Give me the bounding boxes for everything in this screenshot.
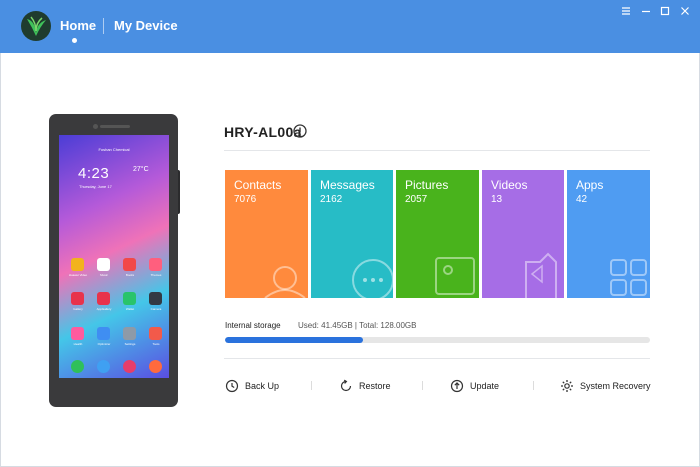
storage-summary: Used: 41.45GB | Total: 128.00GB (298, 321, 417, 330)
phone-app-label: Settings (124, 342, 136, 346)
title-bar: Home My Device (0, 0, 700, 53)
tile-label: Apps (576, 178, 604, 192)
phone-app-label: AppGallery (96, 307, 112, 311)
tile-label: Videos (491, 178, 528, 192)
storage-label: Internal storage (225, 321, 281, 330)
phone-app-icon (149, 292, 162, 305)
tile-pictures[interactable]: Pictures 2057 (396, 170, 479, 298)
phone-image: Foshan Chemical 4:23 27°C Thursday, June… (49, 114, 178, 407)
update-button[interactable]: Update (450, 378, 510, 394)
close-icon[interactable] (679, 5, 691, 17)
action-divider (533, 381, 534, 390)
tile-count: 42 (576, 194, 588, 205)
action-label: System Recovery (580, 381, 651, 391)
storage-progress-fill (225, 337, 363, 343)
back-up-button[interactable]: Back Up (225, 378, 295, 394)
device-model-name: HRY-AL00a (224, 124, 302, 140)
phone-app-label: Camera (150, 307, 162, 311)
phone-app-label: Tools (152, 342, 160, 346)
tile-count: 2162 (320, 194, 343, 205)
phone-app-label: Wallet (125, 307, 135, 311)
action-label: Update (470, 381, 500, 391)
info-icon[interactable] (293, 124, 307, 138)
phone-app-icon (71, 327, 84, 340)
tab-home[interactable]: Home (60, 18, 96, 33)
tile-contacts[interactable]: Contacts 7076 (225, 170, 308, 298)
backup-clock-icon (225, 379, 239, 393)
section-divider (224, 358, 650, 359)
tile-label: Messages (320, 178, 375, 192)
phone-app-icon (71, 258, 84, 271)
phone-app-icon (97, 327, 110, 340)
minimize-icon[interactable] (640, 5, 652, 17)
tile-label: Pictures (405, 178, 449, 192)
phone-app-label: Gallery (73, 307, 83, 311)
phone-date: Thursday, June 17 (79, 184, 112, 189)
active-tab-indicator (72, 38, 77, 43)
action-label: Back Up (245, 381, 280, 391)
phone-app-icon (97, 292, 110, 305)
storage-progress-bar (225, 337, 650, 343)
tab-my-device[interactable]: My Device (114, 18, 178, 33)
gear-icon (561, 380, 573, 392)
tile-apps[interactable]: Apps 42 (567, 170, 650, 298)
phone-app-label: Optimizer (97, 342, 111, 346)
system-recovery-button[interactable]: System Recovery (560, 378, 652, 394)
tile-count: 2057 (405, 194, 428, 205)
phone-app-label: Books (125, 273, 135, 277)
phone-location: Foshan Chemical (98, 147, 130, 152)
phone-camera (93, 124, 98, 129)
phone-screen: Foshan Chemical 4:23 27°C Thursday, June… (59, 135, 169, 378)
phone-app-icon (97, 258, 110, 271)
phone-app-icon (71, 292, 84, 305)
tile-count: 7076 (234, 194, 257, 205)
phone-app-icon (149, 327, 162, 340)
action-divider (422, 381, 423, 390)
phone-app-icon (149, 258, 162, 271)
phone-dock-icon (149, 360, 162, 373)
phone-app-icon (123, 258, 136, 271)
phone-app-icon (123, 327, 136, 340)
section-divider (224, 150, 650, 151)
tile-count: 13 (491, 194, 503, 205)
update-arrow-icon (450, 379, 464, 393)
phone-app-label: Themes (150, 273, 162, 277)
phone-dock-icon (71, 360, 84, 373)
phone-app-label: Music (100, 273, 108, 277)
action-divider (311, 381, 312, 390)
tile-videos[interactable]: Videos 13 (482, 170, 564, 298)
window-border-left (0, 53, 1, 467)
phone-app-label: Huawei Video (68, 273, 88, 277)
action-label: Restore (359, 381, 391, 391)
phone-speaker (100, 125, 130, 128)
restore-icon (340, 379, 352, 392)
nav-divider (103, 18, 104, 34)
phone-app-icon (123, 292, 136, 305)
restore-button[interactable]: Restore (339, 378, 399, 394)
phone-clock: 4:23 (78, 165, 110, 182)
phone-dock-icon (97, 360, 110, 373)
menu-icon[interactable] (620, 5, 632, 17)
phone-app-label: Health (73, 342, 83, 346)
phone-weather: 27°C (133, 166, 149, 173)
maximize-icon[interactable] (659, 5, 671, 17)
phone-dock-icon (123, 360, 136, 373)
app-logo-icon (21, 11, 51, 41)
tile-messages[interactable]: Messages 2162 (311, 170, 393, 298)
tile-label: Contacts (234, 178, 282, 192)
